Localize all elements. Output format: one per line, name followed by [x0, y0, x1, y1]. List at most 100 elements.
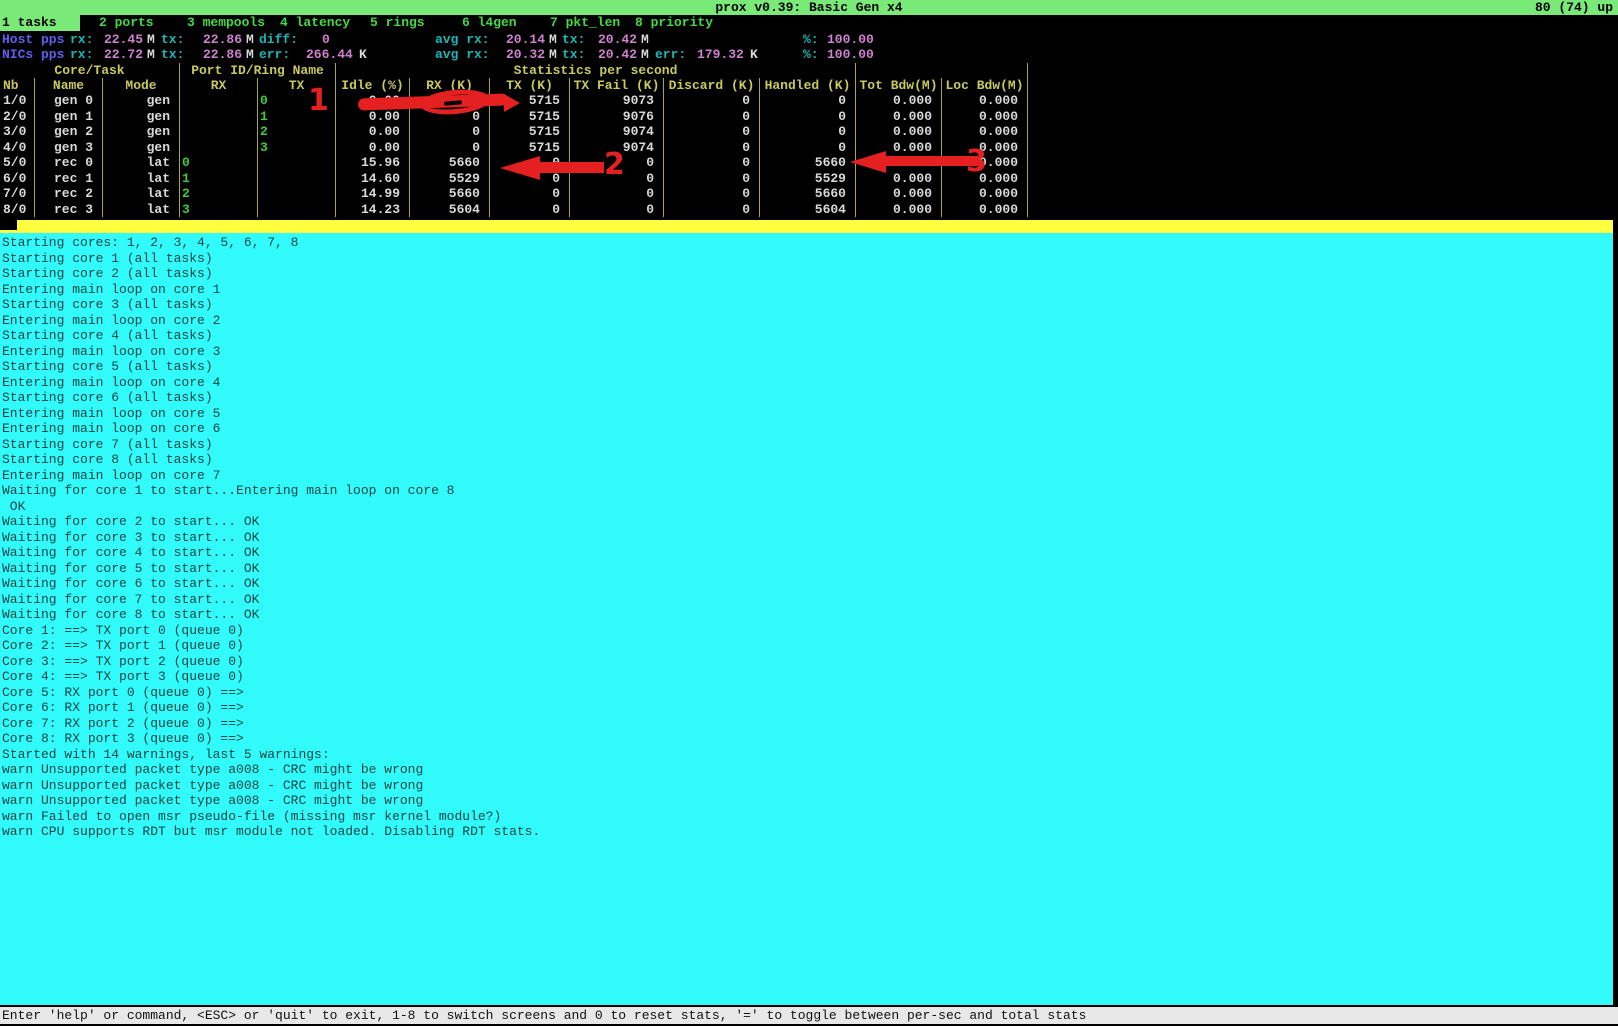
- log-line: Waiting for core 1 to start...Entering m…: [0, 483, 1613, 499]
- table-cell: 0: [410, 140, 490, 156]
- table-cell: Discard (K): [664, 78, 760, 93]
- stat-token-unit: M: [549, 47, 557, 62]
- tab-mempools[interactable]: 3 mempools: [185, 15, 265, 31]
- stat-token-num: 100.00: [827, 47, 874, 62]
- table-cell: 6/0: [0, 171, 35, 187]
- table-cell: [258, 186, 336, 202]
- table-cell: 3: [180, 202, 258, 218]
- table-cell: 14.60: [336, 171, 410, 187]
- table-cell: 2: [258, 124, 336, 140]
- stat-token-num: 179.32: [697, 47, 744, 62]
- stat-token-num: 22.45: [104, 32, 143, 47]
- stat-token-num: 266.44: [306, 47, 353, 62]
- table-cell: Core/Task: [0, 63, 180, 78]
- log-line: Core 2: ==> TX port 1 (queue 0): [0, 638, 1613, 654]
- table-row: 8/0rec 3lat314.23560400056040.0000.000: [0, 202, 1028, 218]
- stat-token-num: 0: [322, 32, 330, 47]
- table-cell: 0.000: [856, 93, 942, 109]
- table-cell: lat: [103, 186, 180, 202]
- table-cell: 0.00: [336, 109, 410, 125]
- log-line: Waiting for core 2 to start... OK: [0, 514, 1613, 530]
- table-cell: 15.96: [336, 155, 410, 171]
- table-cell: 0: [664, 124, 760, 140]
- table-cell: 0.000: [942, 109, 1028, 125]
- stat-token-key: avg rx:: [435, 32, 490, 47]
- log-line: Starting core 3 (all tasks): [0, 297, 1613, 313]
- table-cell: gen: [103, 140, 180, 156]
- tab-priority[interactable]: 8 priority: [633, 15, 713, 31]
- table-cell: 5660: [760, 155, 856, 171]
- stat-token-key: avg rx:: [435, 47, 490, 62]
- log-line: Entering main loop on core 5: [0, 406, 1613, 422]
- table-cell: Statistics per second: [336, 63, 856, 78]
- table-cell: 0: [570, 186, 664, 202]
- stat-token-num: 22.86: [203, 32, 242, 47]
- log-line: OK: [0, 499, 1613, 515]
- stat-token-num: 100.00: [827, 32, 874, 47]
- tab-latency[interactable]: 4 latency: [278, 15, 350, 31]
- tab-rings[interactable]: 5 rings: [368, 15, 425, 31]
- status-bar: Enter 'help' or command, <ESC> or 'quit'…: [0, 1005, 1618, 1024]
- log-line: Started with 14 warnings, last 5 warning…: [0, 747, 1613, 763]
- table-cell: Handled (K): [760, 78, 856, 93]
- table-cell: 5604: [760, 202, 856, 218]
- log-line: warn Unsupported packet type a008 - CRC …: [0, 778, 1613, 794]
- table-cell: [180, 93, 258, 109]
- table-cell: 5715: [490, 140, 570, 156]
- log-line: Starting core 8 (all tasks): [0, 452, 1613, 468]
- table-cell: rec 1: [35, 171, 103, 187]
- log-line: Starting core 7 (all tasks): [0, 437, 1613, 453]
- log-line: warn Unsupported packet type a008 - CRC …: [0, 762, 1613, 778]
- tab-tasks[interactable]: 1 tasks: [0, 15, 80, 31]
- log-line: Entering main loop on core 1: [0, 282, 1613, 298]
- log-line: Waiting for core 6 to start... OK: [0, 576, 1613, 592]
- log-line: Starting core 2 (all tasks): [0, 266, 1613, 282]
- table-cell: 2: [180, 186, 258, 202]
- tab-l4gen[interactable]: 6 l4gen: [460, 15, 517, 31]
- stats-line-nics: NICs ppsrx:22.72Mtx:22.86Merr:266.44Kavg…: [0, 47, 1618, 62]
- stat-token-label: Host pps: [2, 32, 64, 47]
- left-arrow-icon: [500, 156, 540, 180]
- table-cell: 5660: [760, 186, 856, 202]
- table-cell: 9073: [570, 93, 664, 109]
- table-cell: 0: [664, 171, 760, 187]
- tab-ports[interactable]: 2 ports: [97, 15, 154, 31]
- table-cell: 0: [760, 93, 856, 109]
- table-cell: [856, 63, 1028, 78]
- table-cell: gen 3: [35, 140, 103, 156]
- arrow-shaft: [538, 162, 604, 173]
- log-line: Waiting for core 4 to start... OK: [0, 545, 1613, 561]
- table-cell: 5/0: [0, 155, 35, 171]
- table-cell: 5660: [410, 155, 490, 171]
- log-line: Waiting for core 5 to start... OK: [0, 561, 1613, 577]
- table-cell: Tot Bdw(M): [856, 78, 942, 93]
- stat-token-key: %:: [803, 47, 819, 62]
- table-cell: 0.000: [942, 93, 1028, 109]
- table-cell: 1/0: [0, 93, 35, 109]
- title-bar: prox v0.39: Basic Gen x4 80 (74) up: [0, 0, 1618, 15]
- log-line: Waiting for core 3 to start... OK: [0, 530, 1613, 546]
- log-line: Starting core 4 (all tasks): [0, 328, 1613, 344]
- status-hint-text: Enter 'help' or command, <ESC> or 'quit'…: [2, 1008, 1086, 1023]
- table-cell: Name: [35, 78, 103, 93]
- table-cell: 14.99: [336, 186, 410, 202]
- table-cell: [180, 140, 258, 156]
- stat-token-label: NICs pps: [2, 47, 64, 62]
- table-cell: 0: [490, 186, 570, 202]
- log-line: Core 5: RX port 0 (queue 0) ==>: [0, 685, 1613, 701]
- stat-token-key: rx:: [70, 47, 93, 62]
- table-cell: gen 2: [35, 124, 103, 140]
- table-cell: lat: [103, 202, 180, 218]
- stat-token-key: err:: [259, 47, 290, 62]
- table-cell: 0: [760, 109, 856, 125]
- tab-pkt_len[interactable]: 7 pkt_len: [548, 15, 620, 31]
- table-cell: 4/0: [0, 140, 35, 156]
- log-line: warn Failed to open msr pseudo-file (mis…: [0, 809, 1613, 825]
- stat-token-key: tx:: [562, 47, 585, 62]
- stat-token-unit: M: [549, 32, 557, 47]
- stat-token-key: tx:: [562, 32, 585, 47]
- table-cell: 5529: [760, 171, 856, 187]
- table-cell: 0: [664, 202, 760, 218]
- log-line: Entering main loop on core 2: [0, 313, 1613, 329]
- stat-token-num: 20.32: [506, 47, 545, 62]
